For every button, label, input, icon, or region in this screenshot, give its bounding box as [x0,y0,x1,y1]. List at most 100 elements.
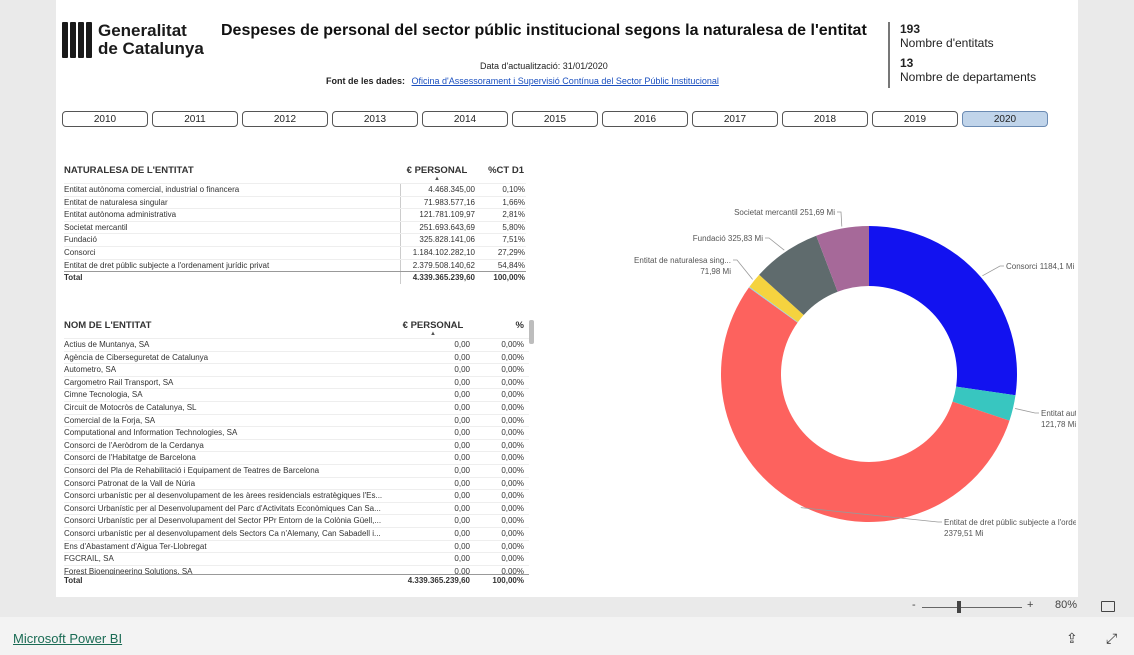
year-button-2016[interactable]: 2016 [602,111,688,127]
cell-val: 0,00 [454,390,470,400]
table-row[interactable]: Agència de Ciberseguretat de Catalunya 0,… [64,350,529,364]
update-date: Data d'actualització: 31/01/2020 [480,61,608,71]
table-row[interactable]: Actius de Muntanya, SA 0,00 0,00% [64,338,529,351]
table-row[interactable]: Entitat de dret públic subjecte a l'orde… [64,258,526,272]
donut-chart: Consorci 1184,1 Mi Entitat autònoma ... 12… [634,208,1076,538]
cell-name: Consorci del Pla de Rehabilitació i Equi… [64,465,320,475]
table-row[interactable]: Consorci de l'Habitatge de Barcelona 0,00… [64,451,529,464]
table-row[interactable]: FGCRAIL, SA 0,00 0,00% [64,552,529,565]
cell-val: 0,00 [454,516,470,526]
cell-name: Agència de Ciberseguretat de Catalunya [64,352,209,362]
entity-personal-header[interactable]: € PERSONAL ▲ [396,320,476,337]
cell-pct: 100,00% [492,576,524,585]
table-row[interactable]: Cimne Tecnologia, SA 0,00 0,00% [64,388,529,401]
table-row[interactable]: Entitat autònoma administrativa 121.781.1… [64,208,526,221]
logo-line2: de Catalunya [98,39,204,58]
table-row[interactable]: Consorci del Pla de Rehabilitació i Equi… [64,463,529,477]
slice-label-6-display: Societat mercantil 251,69 Mi [734,208,835,217]
cell-pct: 0,00% [501,415,524,425]
source-link[interactable]: Oficina d'Assessorament i Supervisió Con… [412,76,719,86]
cell-val: 0,00 [454,415,470,425]
zoom-slider-handle[interactable] [957,601,961,613]
cell-name: Consorci de l'Aeròdrom de la Cerdanya [64,440,204,450]
cell-name: Total [64,576,83,585]
year-button-2015[interactable]: 2015 [512,111,598,127]
cell-name: FGCRAIL, SA [64,554,114,564]
cell-pct: 100,00% [493,273,525,283]
table-row[interactable]: Forest Bioengineering Solutions, SA 0,00 0… [64,564,529,574]
cell-val: 4.339.365.239,60 [407,576,470,585]
table-row[interactable]: Fundació 325.828.141,06 7,51% [64,233,526,246]
entity-table-scrollbar[interactable] [529,320,534,344]
cell-pct: 0,00% [501,528,524,538]
total-row[interactable]: Total 4.339.365.239,60 100,00% [64,574,529,587]
cell-pct: 7,51% [502,235,525,245]
leader-line-1 [1014,408,1039,414]
cell-val: 325.828.141,06 [400,234,481,246]
cell-pct: 0,00% [501,478,524,488]
cell-val: 0,00 [454,377,470,387]
year-button-2017[interactable]: 2017 [692,111,778,127]
table-row[interactable]: Ens d'Abastament d'Aigua Ter-Llobregat 0,… [64,539,529,553]
table-row[interactable]: Entitat de naturalesa singular 71.983.577… [64,195,526,209]
table-row[interactable]: Comercial de la Forja, SA 0,00 0,00% [64,413,529,427]
table-row[interactable]: Consorci Urbanístic per al Desenvolupame… [64,501,529,515]
year-button-2010[interactable]: 2010 [62,111,148,127]
nature-table: NATURALESA DE L'ENTITAT € PERSONAL ▲ %CT … [64,165,526,284]
personal-header[interactable]: € PERSONAL ▲ [400,165,480,182]
cell-pct: 0,00% [501,541,524,551]
year-button-2013[interactable]: 2013 [332,111,418,127]
slice-label-4-display: 71,98 Mi [700,267,731,276]
entity-pct-header[interactable]: % [476,320,524,331]
table-row[interactable]: Consorci Patronat de la Vall de Núria 0,0… [64,476,529,490]
year-button-2014[interactable]: 2014 [422,111,508,127]
cell-pct: 27,29% [497,247,525,257]
sort-arrow-icon: ▲ [434,176,440,182]
year-button-2012[interactable]: 2012 [242,111,328,127]
total-row[interactable]: Total 4.339.365.239,60 100,00% [64,271,526,284]
cell-name: Comercial de la Forja, SA [64,415,156,425]
table-row[interactable]: Autometro, SA 0,00 0,00% [64,363,529,376]
kpi-entities-label: Nombre d'entitats [900,36,994,50]
pct-header[interactable]: %CT D1 [480,165,524,176]
donut-slice-0[interactable] [869,226,1017,396]
fit-page-icon[interactable] [1101,601,1115,612]
entity-name-header[interactable]: NOM DE L'ENTITAT [64,320,396,331]
zoom-out-button[interactable]: - [912,599,916,611]
slice-label-1-label: Entitat autònoma ... [1041,409,1076,418]
leader-line-4 [733,259,753,280]
cell-val: 0,00 [454,465,470,475]
cell-val: 121.781.109,97 [400,209,481,221]
table-row[interactable]: Consorci de l'Aeròdrom de la Cerdanya 0,0… [64,438,529,452]
table-row[interactable]: Consorci Urbanístic per al Desenvolupame… [64,514,529,527]
year-button-2019[interactable]: 2019 [872,111,958,127]
cell-name: Actius de Muntanya, SA [64,340,150,349]
zoom-slider[interactable] [922,607,1022,608]
table-row[interactable]: Consorci urbanístic per al desenvolupame… [64,526,529,540]
logo-line1: Generalitat [98,21,187,40]
cell-val: 0,00 [454,352,470,362]
year-button-2018[interactable]: 2018 [782,111,868,127]
cell-pct: 5,80% [502,222,525,232]
cell-val: 1.184.102.282,10 [400,246,481,259]
table-row[interactable]: Circuit de Motocròs de Catalunya, SL 0,00… [64,400,529,414]
year-button-2020[interactable]: 2020 [962,111,1048,127]
source-label: Font de les dades: [326,76,406,86]
table-row[interactable]: Entitat autònoma comercial, industrial o… [64,183,526,196]
table-row[interactable]: Cargometro Rail Transport, SA 0,00 0,00% [64,375,529,389]
fullscreen-icon[interactable]: ⤢ [1106,630,1117,647]
table-row[interactable]: Consorci 1.184.102.282,10 27,29% [64,245,526,259]
table-row[interactable]: Computational and Information Technologi… [64,426,529,439]
cell-pct: 0,00% [501,428,524,438]
cell-pct: 0,00% [501,453,524,463]
year-button-2011[interactable]: 2011 [152,111,238,127]
nature-header[interactable]: NATURALESA DE L'ENTITAT [64,165,400,176]
table-row[interactable]: Consorci urbanístic per al desenvolupame… [64,489,529,502]
table-row[interactable]: Societat mercantil 251.693.643,69 5,80% [64,220,526,234]
share-icon[interactable]: ⇪ [1066,630,1078,647]
zoom-in-button[interactable]: + [1027,599,1033,611]
cell-name: Total [64,273,83,283]
power-bi-link[interactable]: Microsoft Power BI [13,631,122,646]
cell-pct: 54,84% [497,260,525,270]
kpi-departments-label: Nombre de departaments [900,70,1037,84]
